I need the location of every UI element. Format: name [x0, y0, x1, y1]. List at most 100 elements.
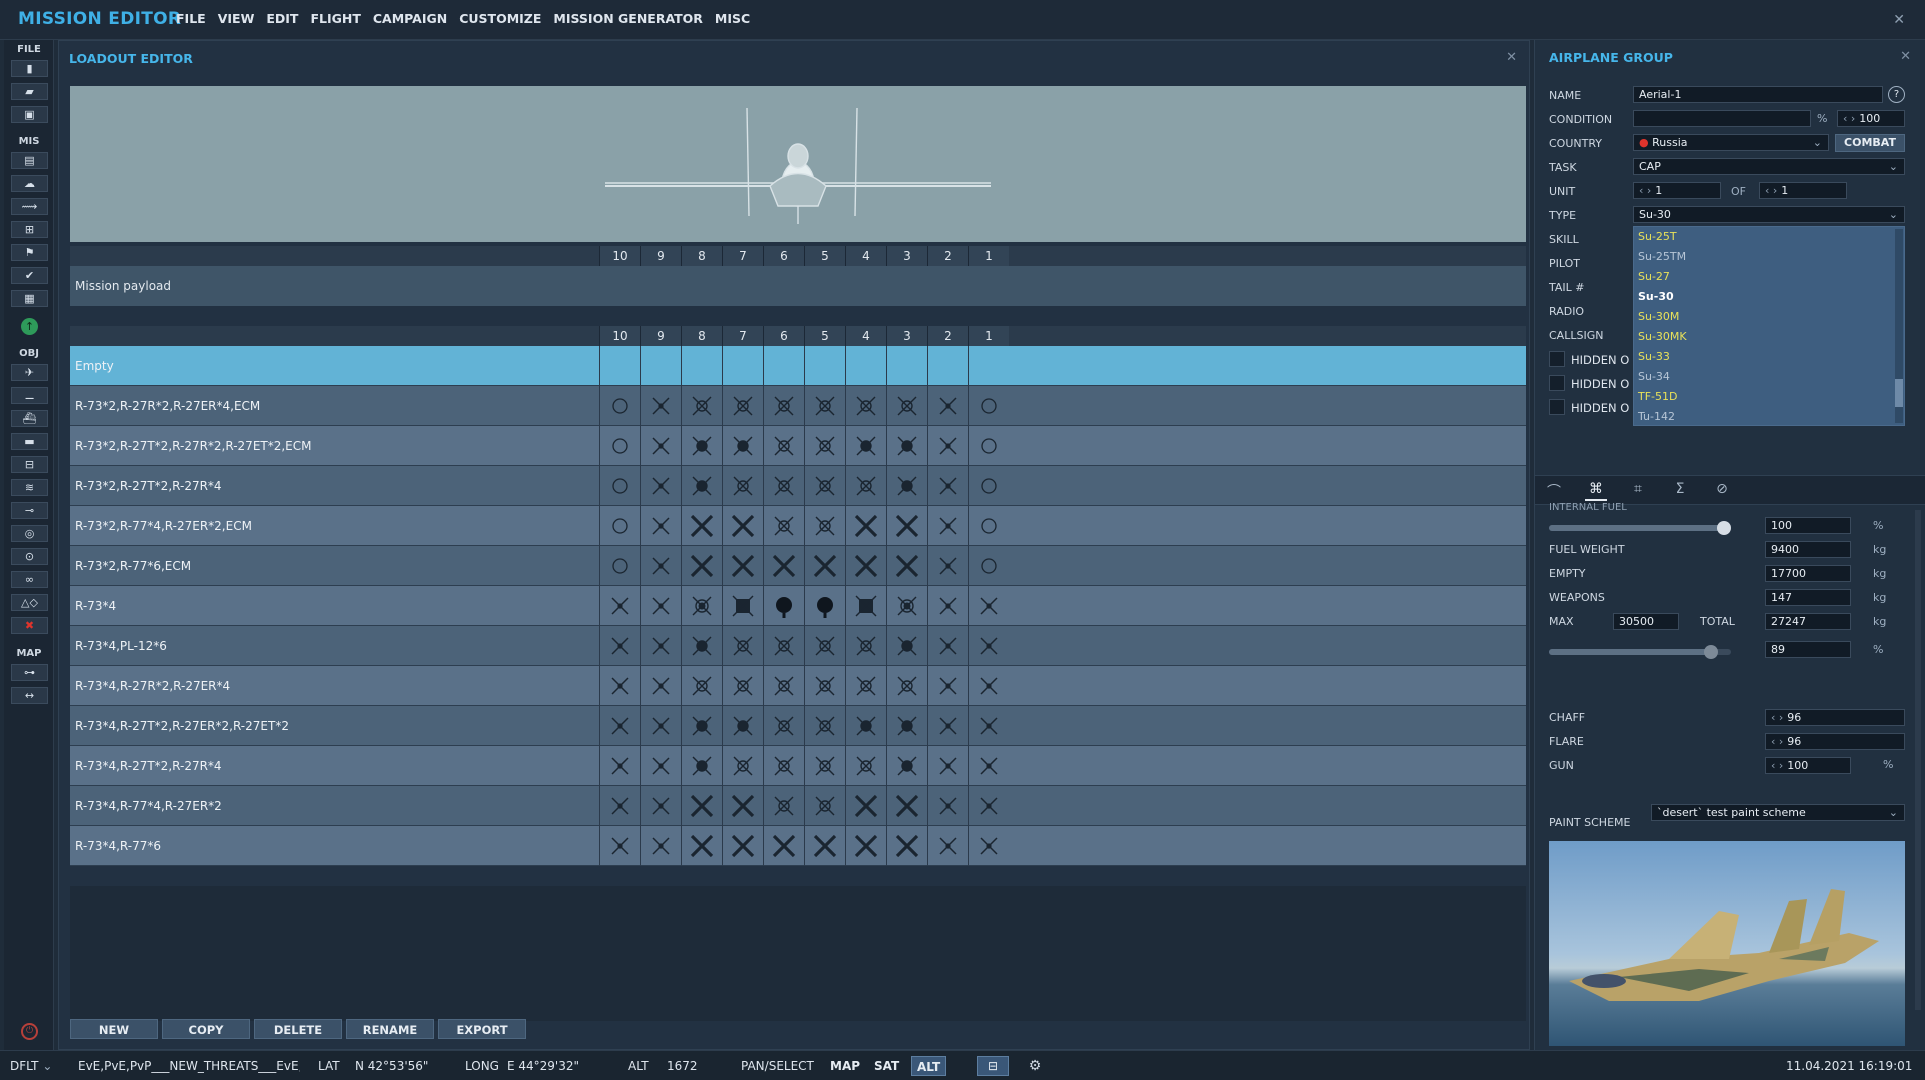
station-cell[interactable] — [722, 546, 763, 586]
station-cell[interactable] — [968, 706, 1009, 746]
menu-view[interactable]: VIEW — [218, 11, 255, 26]
weather-icon[interactable]: ☁ — [11, 175, 48, 192]
type-option[interactable]: Su-25TM — [1638, 250, 1686, 263]
empty-weight-input[interactable]: 17700 — [1765, 565, 1851, 582]
station-cell[interactable] — [886, 506, 927, 546]
hidden-checkbox-1[interactable] — [1549, 351, 1565, 367]
station-cell[interactable] — [640, 666, 681, 706]
map-mode-button[interactable]: MAP — [825, 1056, 865, 1076]
type-option[interactable]: Su-34 — [1638, 370, 1670, 383]
station-cell[interactable] — [722, 386, 763, 426]
spinner-arrows-icon[interactable]: ‹ › — [1771, 735, 1783, 748]
hidden-checkbox-3[interactable] — [1549, 399, 1565, 415]
station-cell[interactable] — [845, 546, 886, 586]
station-cell[interactable] — [968, 426, 1009, 466]
station-cell[interactable] — [722, 626, 763, 666]
station-cell[interactable] — [804, 626, 845, 666]
station-cell[interactable] — [763, 826, 804, 866]
station-cell[interactable] — [968, 786, 1009, 826]
station-cell[interactable] — [927, 346, 968, 386]
station-cell[interactable] — [968, 586, 1009, 626]
menu-campaign[interactable]: CAMPAIGN — [373, 11, 447, 26]
station-cell[interactable] — [845, 386, 886, 426]
table-row[interactable]: R-73*2,R-27T*2,R-27R*2,R-27ET*2,ECM — [70, 426, 1526, 466]
tab-route-icon[interactable]: ⌒ — [1543, 481, 1565, 501]
task-select[interactable]: CAP ⌄ — [1633, 158, 1905, 175]
static-icon[interactable]: ⊟ — [11, 456, 48, 473]
station-cell[interactable] — [886, 746, 927, 786]
type-list-scrollbar[interactable] — [1895, 229, 1903, 423]
station-cell[interactable] — [763, 706, 804, 746]
station-cell[interactable] — [804, 786, 845, 826]
weapons-weight-input[interactable]: 147 — [1765, 589, 1851, 606]
alt-mode-button[interactable]: ALT — [911, 1056, 947, 1076]
station-cell[interactable] — [640, 746, 681, 786]
station-cell[interactable] — [722, 466, 763, 506]
spinner-arrows-icon[interactable]: ‹ › — [1771, 711, 1783, 724]
station-cell[interactable] — [927, 506, 968, 546]
type-list-scroll-thumb[interactable] — [1895, 379, 1903, 407]
trigger-icon[interactable]: ⟿ — [11, 198, 48, 215]
station-cell[interactable] — [681, 466, 722, 506]
station-cell[interactable] — [845, 426, 886, 466]
station-cell[interactable] — [886, 586, 927, 626]
station-cell[interactable] — [845, 466, 886, 506]
table-row[interactable]: R-73*2,R-27T*2,R-27R*4 — [70, 466, 1526, 506]
station-cell[interactable] — [763, 586, 804, 626]
table-row[interactable]: R-73*2,R-77*4,R-27ER*2,ECM — [70, 506, 1526, 546]
station-cell[interactable] — [927, 586, 968, 626]
station-cell[interactable] — [681, 546, 722, 586]
station-cell[interactable] — [640, 546, 681, 586]
station-cell[interactable] — [968, 346, 1009, 386]
station-cell[interactable] — [845, 826, 886, 866]
table-row[interactable]: R-73*2,R-77*6,ECM — [70, 546, 1526, 586]
vehicle-icon[interactable]: ▬ — [11, 433, 48, 450]
group-icon[interactable]: ∞ — [11, 571, 48, 588]
flare-spinner[interactable]: ‹ › 96 — [1765, 733, 1905, 750]
station-cell[interactable] — [927, 426, 968, 466]
menu-flight[interactable]: FLIGHT — [310, 11, 360, 26]
station-cell[interactable] — [599, 666, 640, 706]
fuel-weight-input[interactable]: 9400 — [1765, 541, 1851, 558]
station-cell[interactable] — [804, 666, 845, 706]
station-cell[interactable] — [886, 666, 927, 706]
tab-summary-icon[interactable]: Σ — [1669, 481, 1691, 501]
station-cell[interactable] — [763, 626, 804, 666]
fly-icon[interactable]: ↑ — [21, 318, 38, 335]
station-cell[interactable] — [640, 706, 681, 746]
station-cell[interactable] — [927, 746, 968, 786]
station-cell[interactable] — [763, 346, 804, 386]
nav-point-icon[interactable]: ⊸ — [11, 502, 48, 519]
station-cell[interactable] — [681, 786, 722, 826]
station-cell[interactable] — [681, 386, 722, 426]
station-cell[interactable] — [845, 626, 886, 666]
station-cell[interactable] — [845, 586, 886, 626]
station-cell[interactable] — [640, 466, 681, 506]
station-cell[interactable] — [886, 626, 927, 666]
station-cell[interactable] — [681, 346, 722, 386]
station-cell[interactable] — [681, 826, 722, 866]
station-cell[interactable] — [722, 586, 763, 626]
station-cell[interactable] — [804, 386, 845, 426]
internal-fuel-slider[interactable] — [1549, 521, 1731, 535]
station-cell[interactable] — [599, 346, 640, 386]
hidden-checkbox-2[interactable] — [1549, 375, 1565, 391]
table-row[interactable]: R-73*4 — [70, 586, 1526, 626]
internal-fuel-input[interactable]: 100 — [1765, 517, 1851, 534]
rename-button[interactable]: RENAME — [346, 1019, 434, 1039]
load-slider-knob[interactable] — [1704, 645, 1718, 659]
internal-fuel-slider-knob[interactable] — [1717, 521, 1731, 535]
station-cell[interactable] — [804, 426, 845, 466]
type-option[interactable]: Su-30M — [1638, 310, 1679, 323]
station-cell[interactable] — [681, 426, 722, 466]
combat-button[interactable]: COMBAT — [1835, 134, 1905, 152]
type-option[interactable]: Su-30 — [1638, 290, 1674, 303]
unit-total-spinner[interactable]: ‹ › 1 — [1759, 182, 1847, 199]
unit-spinner[interactable]: ‹ › 1 — [1633, 182, 1721, 199]
station-cell[interactable] — [845, 346, 886, 386]
name-input[interactable]: Aerial-1 — [1633, 86, 1883, 103]
station-cell[interactable] — [599, 626, 640, 666]
station-cell[interactable] — [886, 706, 927, 746]
sat-mode-button[interactable]: SAT — [869, 1056, 904, 1076]
station-cell[interactable] — [681, 586, 722, 626]
